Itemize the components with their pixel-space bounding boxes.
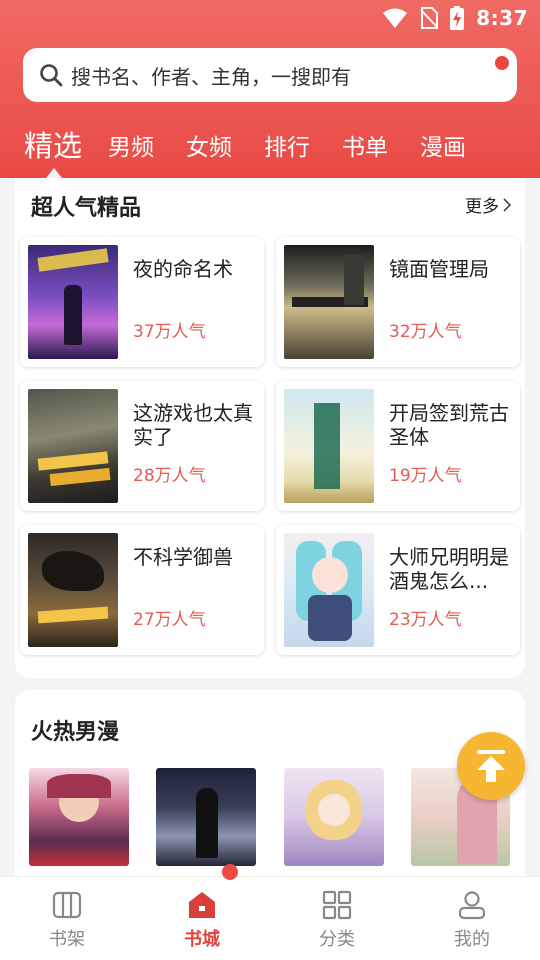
wifi-icon <box>383 8 408 28</box>
book-popularity: 19万人气 <box>389 466 462 486</box>
nav-label: 分类 <box>319 929 355 950</box>
arrow-up-icon <box>477 750 505 782</box>
nav-store-badge <box>222 864 238 880</box>
nav-label: 我的 <box>454 929 490 950</box>
tab-ranking[interactable]: 排行 <box>264 128 310 162</box>
status-bar: 8:37 <box>0 0 540 36</box>
book-title: 这游戏也太真实了 <box>133 401 253 449</box>
nav-label: 书架 <box>49 929 85 950</box>
book-popularity: 32万人气 <box>389 322 462 342</box>
book-card[interactable]: 这游戏也太真实了 28万人气 <box>20 381 264 511</box>
category-grid-icon <box>322 890 352 920</box>
book-card[interactable]: 开局签到荒古圣体 19万人气 <box>276 381 520 511</box>
category-tabs: 精选 男频 女频 排行 书单 漫画 <box>0 120 540 178</box>
book-cover <box>28 245 118 359</box>
battery-charging-icon <box>450 6 465 30</box>
tab-female[interactable]: 女频 <box>186 128 232 162</box>
notification-dot <box>495 56 509 70</box>
search-icon <box>40 64 63 87</box>
comics-title: 火热男漫 <box>31 720 120 745</box>
tab-comics[interactable]: 漫画 <box>420 128 466 162</box>
book-title: 镜面管理局 <box>389 257 489 281</box>
book-popularity: 27万人气 <box>133 610 206 630</box>
search-bar[interactable]: 搜书名、作者、主角，一搜即有 <box>23 48 517 102</box>
bottom-navigation: 书架 书城 分类 我的 <box>0 876 540 960</box>
more-label: 更多 <box>465 197 499 217</box>
book-card[interactable]: 大师兄明明是酒鬼怎么... 23万人气 <box>276 525 520 655</box>
tab-booklist[interactable]: 书单 <box>342 128 388 162</box>
nav-profile[interactable]: 我的 <box>437 889 507 955</box>
status-time: 8:37 <box>476 6 528 30</box>
book-popularity: 23万人气 <box>389 610 462 630</box>
book-cover <box>284 245 374 359</box>
book-card[interactable]: 镜面管理局 32万人气 <box>276 237 520 367</box>
bookshelf-icon <box>52 891 82 919</box>
nav-category[interactable]: 分类 <box>302 889 372 955</box>
active-tab-indicator <box>46 168 62 178</box>
back-to-top-button[interactable] <box>457 732 525 800</box>
comic-cover[interactable] <box>29 768 129 866</box>
book-title: 夜的命名术 <box>133 257 233 281</box>
tab-featured[interactable]: 精选 <box>24 123 82 165</box>
popular-title: 超人气精品 <box>31 196 142 221</box>
chevron-right-icon <box>503 197 511 212</box>
book-cover <box>284 533 374 647</box>
book-card[interactable]: 不科学御兽 27万人气 <box>20 525 264 655</box>
book-title: 开局签到荒古圣体 <box>389 401 509 449</box>
tab-male[interactable]: 男频 <box>108 128 154 162</box>
book-popularity: 37万人气 <box>133 322 206 342</box>
book-cover <box>284 389 374 503</box>
book-cover <box>28 389 118 503</box>
book-title: 不科学御兽 <box>133 545 233 569</box>
store-icon <box>189 892 215 918</box>
nav-bookshelf[interactable]: 书架 <box>32 889 102 955</box>
profile-icon <box>458 891 486 920</box>
book-popularity: 28万人气 <box>133 466 206 486</box>
no-sim-icon <box>420 7 439 29</box>
search-placeholder: 搜书名、作者、主角，一搜即有 <box>71 64 351 89</box>
comic-cover[interactable] <box>284 768 384 866</box>
book-cover <box>28 533 118 647</box>
header: 8:37 搜书名、作者、主角，一搜即有 精选 男频 女频 排行 书单 漫画 <box>0 0 540 178</box>
nav-label: 书城 <box>184 929 220 950</box>
more-button[interactable]: 更多 <box>465 192 511 217</box>
nav-store[interactable]: 书城 <box>167 889 237 955</box>
comic-cover[interactable] <box>156 768 256 866</box>
book-card[interactable]: 夜的命名术 37万人气 <box>20 237 264 367</box>
book-title: 大师兄明明是酒鬼怎么... <box>389 545 509 593</box>
